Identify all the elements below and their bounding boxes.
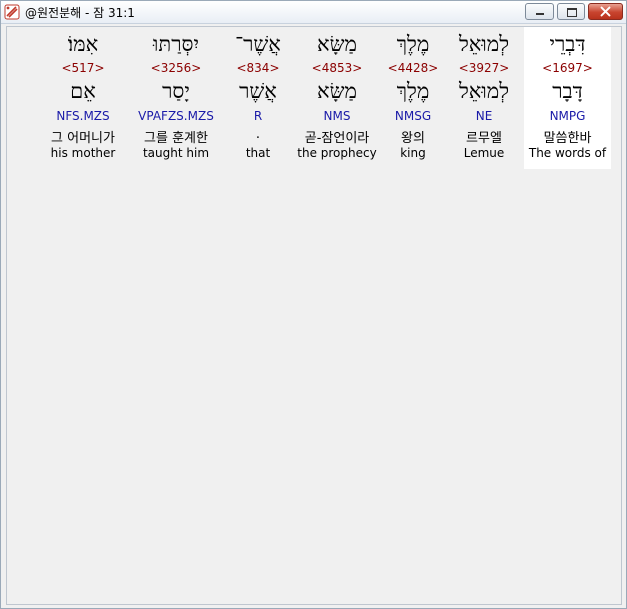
hebrew-lemma: אֵם [70, 79, 96, 103]
word-column-2[interactable]: לְמוּאֵל <3927> לְמוּאֵל NE 르무엘 Lemue [445, 27, 523, 169]
hebrew-lemma: מַשָּׂא [317, 79, 357, 103]
korean-gloss: 말씀한바 [543, 131, 592, 146]
english-gloss: The words of [528, 146, 607, 160]
hebrew-lemma: דָּבָר [552, 79, 583, 103]
korean-gloss: 그를 훈계한 [144, 131, 208, 146]
korean-gloss: 그 어머니가 [51, 131, 115, 146]
strong-number[interactable]: <834> [223, 61, 293, 75]
english-gloss: the prophecy [297, 146, 377, 160]
word-column-3[interactable]: מֶלֶךְ <4428> מֶלֶךְ NMSG 왕의 king [381, 27, 445, 169]
morphology-code[interactable]: NE [445, 109, 523, 123]
strong-number[interactable]: <1697> [524, 61, 611, 75]
strong-number[interactable]: <4853> [293, 61, 381, 75]
close-button[interactable] [588, 3, 623, 20]
maximize-button[interactable] [557, 3, 585, 20]
english-gloss: that [245, 146, 271, 160]
app-icon [4, 4, 20, 20]
window-title: @원전분해 - 잠 31:1 [25, 6, 135, 20]
hebrew-word: דִּבְרֵי [549, 32, 586, 56]
strong-number[interactable]: <3927> [445, 61, 523, 75]
morphology-code[interactable]: NFS.MZS [37, 109, 129, 123]
english-gloss: king [400, 146, 426, 160]
hebrew-lemma: יָסַר [162, 79, 190, 103]
hebrew-word: לְמוּאֵל [458, 32, 510, 56]
word-column-4[interactable]: מַשָּׂא <4853> מַשָּׂא NMS 곧-잠언이라 the pr… [293, 27, 381, 169]
word-analysis-panel: דִּבְרֵי <1697> דָּבָר NMPG 말씀한바 The wor… [6, 26, 622, 605]
word-column-7[interactable]: אִמּוֹ׃ <517> אֵם NFS.MZS 그 어머니가 his mot… [37, 27, 129, 169]
english-gloss: taught him [142, 146, 210, 160]
morphology-code[interactable]: NMS [293, 109, 381, 123]
hebrew-word: מַשָּׂא [317, 32, 357, 56]
strong-number[interactable]: <3256> [129, 61, 223, 75]
korean-gloss: 곧-잠언이라 [304, 131, 370, 146]
english-gloss: his mother [50, 146, 116, 160]
word-column-6[interactable]: יִסְּרַתּוּ <3256> יָסַר VPAFZS.MZS 그를 훈… [129, 27, 223, 169]
minimize-button[interactable] [525, 3, 554, 20]
strong-number[interactable]: <517> [37, 61, 129, 75]
morphology-code[interactable]: R [223, 109, 293, 123]
korean-gloss: 왕의 [401, 131, 425, 146]
morphology-code[interactable]: VPAFZS.MZS [129, 109, 223, 123]
hebrew-word: מֶלֶךְ [396, 32, 430, 56]
app-window: @원전분해 - 잠 31:1 דִּבְרֵי <1697> דָּבָר NM… [0, 0, 627, 609]
hebrew-word: יִסְּרַתּוּ [153, 32, 199, 56]
hebrew-lemma: מֶלֶךְ [396, 79, 430, 103]
korean-gloss: 르무엘 [466, 131, 502, 146]
word-column-5[interactable]: אֲשֶׁר־ <834> אֲשֶׁר R . that [223, 27, 293, 169]
word-column-1[interactable]: דִּבְרֵי <1697> דָּבָר NMPG 말씀한바 The wor… [524, 27, 611, 169]
morphology-code[interactable]: NMPG [524, 109, 611, 123]
morphology-code[interactable]: NMSG [381, 109, 445, 123]
hebrew-lemma: לְמוּאֵל [458, 79, 510, 103]
strong-number[interactable]: <4428> [381, 61, 445, 75]
title-bar[interactable]: @원전분해 - 잠 31:1 [1, 1, 626, 24]
hebrew-word: אֲשֶׁר־ [235, 32, 281, 56]
english-gloss: Lemue [463, 146, 505, 160]
hebrew-word: אִמּוֹ׃ [67, 32, 99, 56]
korean-gloss: . [255, 127, 261, 142]
hebrew-lemma: אֲשֶׁר [239, 79, 277, 103]
close-icon [600, 6, 611, 17]
